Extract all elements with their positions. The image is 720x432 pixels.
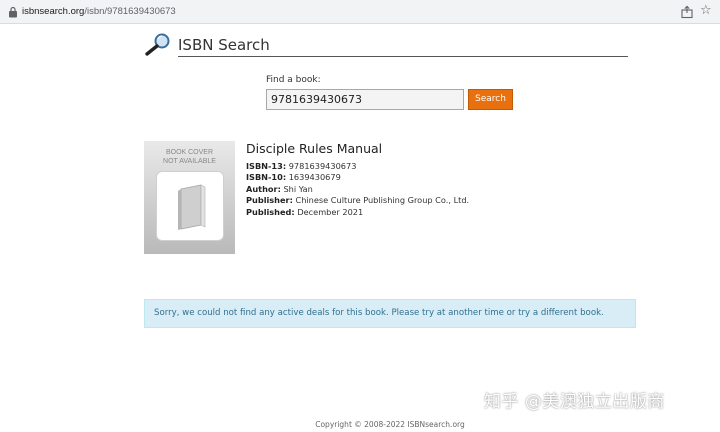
detail-value: Chinese Culture Publishing Group Co., Lt… (295, 195, 470, 206)
detail-label: Publisher: (246, 195, 293, 206)
lock-icon (9, 6, 17, 18)
search-button[interactable]: Search (468, 89, 513, 110)
book-icon (178, 184, 206, 230)
zhihu-watermark: 知乎 @美澳独立出版商 (484, 392, 665, 412)
detail-label: ISBN-13: (246, 161, 287, 171)
magnifier-logo-icon[interactable] (144, 32, 172, 56)
detail-row-isbn13: ISBN-13: 9781639430673 (246, 161, 469, 172)
detail-value: 1639430679 (288, 172, 341, 183)
site-title[interactable]: ISBN Search (178, 36, 270, 54)
detail-label: Published: (246, 206, 295, 217)
detail-label: ISBN-10: (246, 172, 287, 183)
url-path: /isbn/9781639430673 (84, 6, 176, 17)
detail-value: December 2021 (297, 206, 364, 217)
detail-row-published: Published: December 2021 (246, 207, 469, 218)
isbn-search-input[interactable] (266, 89, 464, 110)
find-book-label: Find a book: (266, 75, 321, 85)
book-title: Disciple Rules Manual (246, 141, 383, 156)
footer-copyright: Copyright © 2008-2022 ISBNsearch.org (315, 420, 465, 429)
detail-value: 9781639430673 (288, 161, 357, 171)
no-deals-alert: Sorry, we could not find any active deal… (144, 299, 636, 328)
share-icon[interactable] (680, 5, 694, 19)
detail-label: Author: (246, 183, 281, 194)
detail-row-author: Author: Shi Yan (246, 184, 469, 195)
detail-row-publisher: Publisher: Chinese Culture Publishing Gr… (246, 195, 469, 206)
book-cover-placeholder: BOOK COVER NOT AVAILABLE (144, 141, 235, 254)
header-divider (178, 56, 628, 57)
detail-row-isbn10: ISBN-10: 1639430679 (246, 172, 469, 183)
cover-not-available-text: BOOK COVER NOT AVAILABLE (163, 149, 216, 165)
url-host: isbnsearch.org (22, 6, 85, 17)
detail-value: Shi Yan (283, 183, 313, 194)
browser-address-bar[interactable]: isbnsearch.org/isbn/9781639430673 ☆ (0, 0, 720, 24)
bookmark-star-icon[interactable]: ☆ (700, 4, 712, 18)
url-text[interactable]: isbnsearch.org/isbn/9781639430673 (22, 5, 176, 19)
book-details: ISBN-13: 9781639430673 ISBN-10: 16394306… (246, 161, 469, 218)
cover-image-frame (156, 171, 224, 241)
